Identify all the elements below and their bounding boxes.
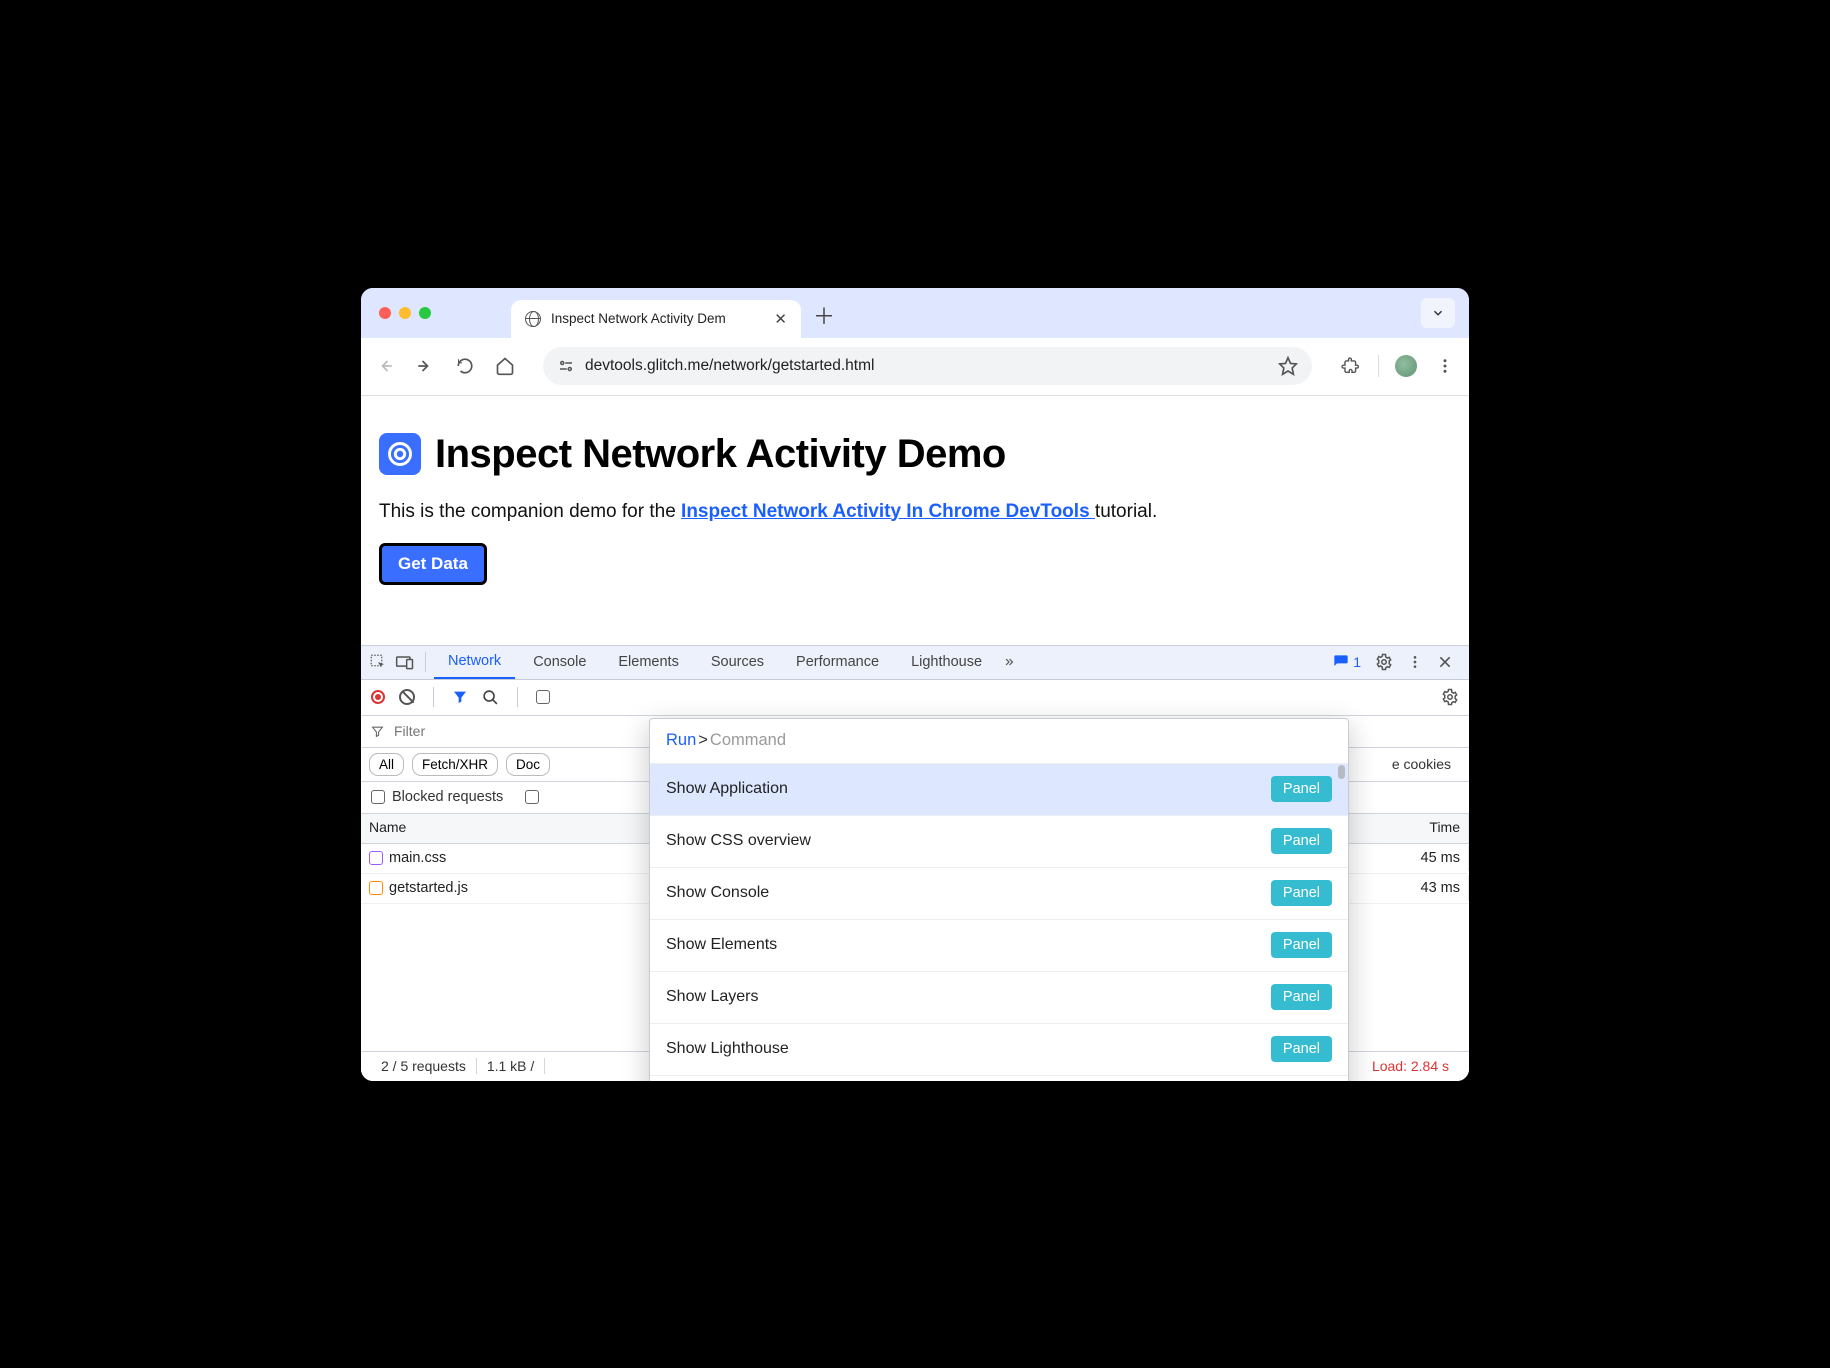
tab-console[interactable]: Console bbox=[519, 645, 600, 679]
cell-time: 43 ms bbox=[1339, 875, 1469, 901]
url-text: devtools.glitch.me/network/getstarted.ht… bbox=[585, 357, 874, 375]
network-settings-gear-icon[interactable] bbox=[1441, 688, 1459, 706]
page-title: Inspect Network Activity Demo bbox=[435, 432, 1006, 477]
tab-title: Inspect Network Activity Dem bbox=[551, 311, 726, 326]
command-item-show-css-overview[interactable]: Show CSS overviewPanel bbox=[650, 815, 1348, 867]
minimize-window-icon[interactable] bbox=[399, 307, 411, 319]
blocked-requests-checkbox[interactable]: Blocked requests bbox=[371, 789, 503, 805]
search-icon[interactable] bbox=[482, 689, 499, 706]
scrollbar-thumb[interactable] bbox=[1338, 765, 1345, 779]
tab-performance[interactable]: Performance bbox=[782, 645, 893, 679]
desc-text-after: tutorial. bbox=[1095, 501, 1157, 522]
site-settings-icon[interactable] bbox=[557, 357, 575, 375]
tabs-dropdown-button[interactable] bbox=[1421, 298, 1455, 328]
clear-icon[interactable] bbox=[399, 689, 415, 705]
command-menu: Run > Command Show ApplicationPanel Show… bbox=[649, 718, 1349, 1081]
tutorial-link[interactable]: Inspect Network Activity In Chrome DevTo… bbox=[681, 501, 1095, 522]
desc-text-before: This is the companion demo for the bbox=[379, 501, 681, 522]
command-placeholder: Command bbox=[710, 731, 786, 750]
status-transferred: 1.1 kB / bbox=[477, 1058, 545, 1074]
more-tabs-icon[interactable] bbox=[1000, 655, 1022, 669]
command-item-show-console[interactable]: Show ConsolePanel bbox=[650, 867, 1348, 919]
divider bbox=[433, 687, 434, 707]
tab-lighthouse[interactable]: Lighthouse bbox=[897, 645, 996, 679]
extensions-icon[interactable] bbox=[1338, 354, 1362, 378]
reload-icon[interactable] bbox=[453, 354, 477, 378]
devtools-menu-icon[interactable] bbox=[1407, 654, 1423, 670]
tab-elements[interactable]: Elements bbox=[604, 645, 692, 679]
forward-icon[interactable] bbox=[413, 354, 437, 378]
filter-input[interactable] bbox=[394, 723, 575, 739]
settings-gear-icon[interactable] bbox=[1375, 653, 1393, 671]
network-toolbar bbox=[361, 680, 1469, 716]
page-header: Inspect Network Activity Demo bbox=[379, 432, 1451, 477]
home-icon[interactable] bbox=[493, 354, 517, 378]
third-party-checkbox[interactable] bbox=[525, 790, 539, 804]
cookies-text-partial: e cookies bbox=[1392, 756, 1451, 772]
browser-window: Inspect Network Activity Dem ✕ ＋ devtool… bbox=[361, 288, 1469, 1081]
back-icon[interactable] bbox=[373, 354, 397, 378]
toolbar-separator bbox=[1378, 355, 1379, 377]
globe-icon bbox=[525, 311, 541, 327]
browser-toolbar: devtools.glitch.me/network/getstarted.ht… bbox=[361, 338, 1469, 396]
page-content: Inspect Network Activity Demo This is th… bbox=[361, 396, 1469, 605]
divider bbox=[425, 652, 426, 672]
command-item-show-application[interactable]: Show ApplicationPanel bbox=[650, 763, 1348, 815]
chrome-menu-icon[interactable] bbox=[1433, 354, 1457, 378]
status-requests: 2 / 5 requests bbox=[371, 1058, 477, 1074]
js-file-icon bbox=[369, 881, 383, 895]
status-load: Load: 2.84 s bbox=[1362, 1058, 1459, 1074]
close-devtools-icon[interactable] bbox=[1437, 654, 1453, 670]
new-tab-button[interactable]: ＋ bbox=[813, 299, 835, 331]
bookmark-star-icon[interactable] bbox=[1278, 356, 1298, 376]
chip-fetch-xhr[interactable]: Fetch/XHR bbox=[412, 753, 498, 776]
devtools-tab-bar: Network Console Elements Sources Perform… bbox=[361, 646, 1469, 680]
filter-funnel-icon[interactable] bbox=[452, 689, 468, 705]
command-list: Show ApplicationPanel Show CSS overviewP… bbox=[650, 763, 1348, 1081]
close-window-icon[interactable] bbox=[379, 307, 391, 319]
maximize-window-icon[interactable] bbox=[419, 307, 431, 319]
inspect-element-icon[interactable] bbox=[369, 653, 391, 671]
column-time[interactable]: Time bbox=[1339, 814, 1469, 843]
traffic-lights bbox=[371, 307, 431, 319]
record-icon[interactable] bbox=[371, 690, 385, 704]
command-item-show-elements[interactable]: Show ElementsPanel bbox=[650, 919, 1348, 971]
command-item-show-layers[interactable]: Show LayersPanel bbox=[650, 971, 1348, 1023]
prompt-caret: > bbox=[698, 731, 708, 750]
file-name: main.css bbox=[389, 850, 446, 866]
devtools-logo-icon bbox=[379, 433, 421, 475]
tab-sources[interactable]: Sources bbox=[697, 645, 778, 679]
filter-icon bbox=[371, 725, 384, 738]
issues-badge[interactable]: 1 bbox=[1333, 654, 1361, 670]
tab-strip: Inspect Network Activity Dem ✕ ＋ bbox=[361, 288, 1469, 338]
address-bar[interactable]: devtools.glitch.me/network/getstarted.ht… bbox=[543, 347, 1312, 385]
browser-tab[interactable]: Inspect Network Activity Dem ✕ bbox=[511, 300, 801, 338]
run-label: Run bbox=[666, 731, 696, 750]
file-name: getstarted.js bbox=[389, 880, 468, 896]
divider bbox=[517, 687, 518, 707]
profile-avatar[interactable] bbox=[1395, 355, 1417, 377]
get-data-button[interactable]: Get Data bbox=[379, 543, 487, 585]
chip-doc[interactable]: Doc bbox=[506, 753, 550, 776]
close-tab-icon[interactable]: ✕ bbox=[774, 310, 787, 328]
command-item-show-media[interactable]: Show MediaPanel bbox=[650, 1075, 1348, 1081]
page-description: This is the companion demo for the Inspe… bbox=[379, 501, 1451, 523]
command-item-show-lighthouse[interactable]: Show LighthousePanel bbox=[650, 1023, 1348, 1075]
issues-count: 1 bbox=[1353, 654, 1361, 670]
chip-all[interactable]: All bbox=[369, 753, 404, 776]
css-file-icon bbox=[369, 851, 383, 865]
command-input[interactable]: Run > Command bbox=[650, 719, 1348, 763]
preserve-log-checkbox[interactable] bbox=[536, 690, 550, 704]
device-toolbar-icon[interactable] bbox=[395, 654, 417, 670]
tab-network[interactable]: Network bbox=[434, 645, 515, 679]
devtools-right-controls: 1 bbox=[1333, 653, 1461, 671]
cell-time: 45 ms bbox=[1339, 845, 1469, 871]
